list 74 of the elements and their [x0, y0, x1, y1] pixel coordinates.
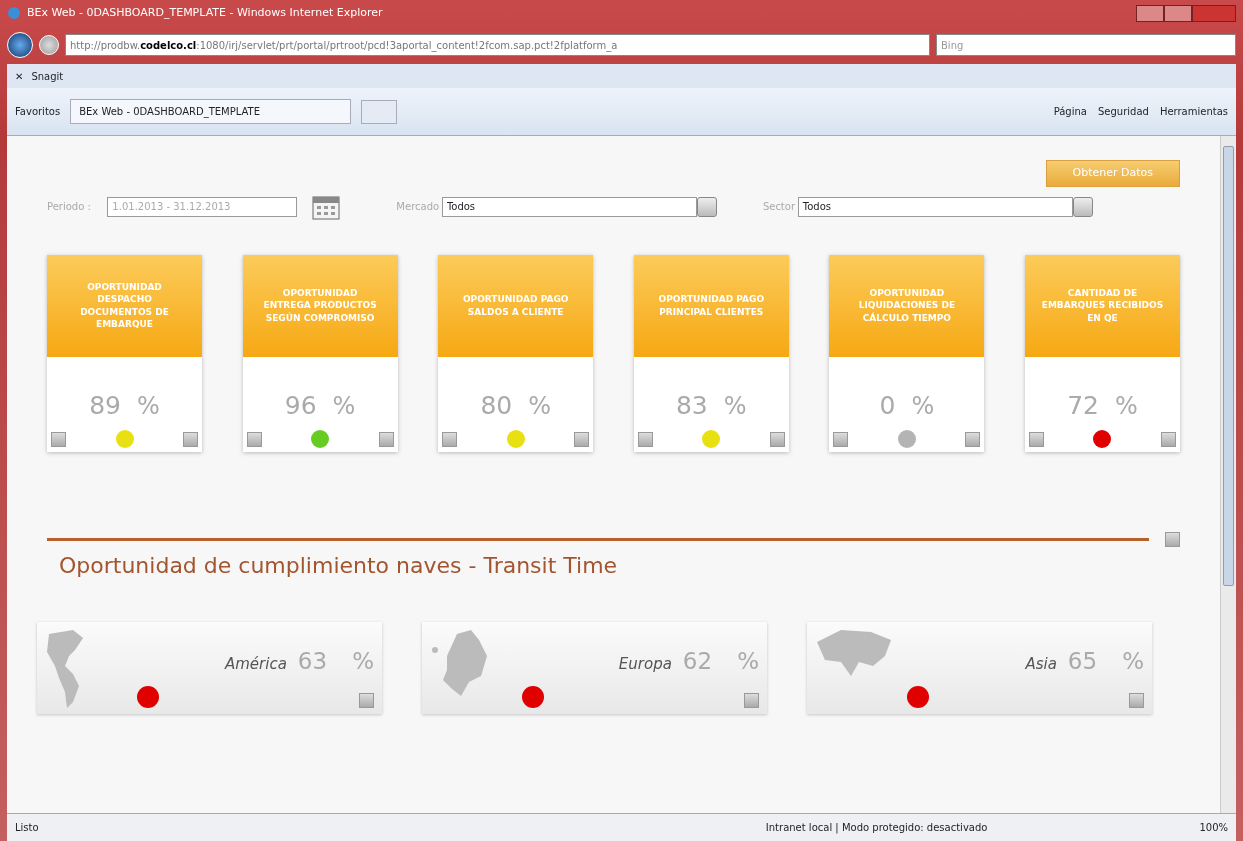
dropdown-field[interactable]: Todos [441, 196, 697, 217]
window-title: BEx Web - 0DASHBOARD_TEMPLATE - Windows Internet Explorer [27, 4, 383, 21]
back-button[interactable] [7, 32, 33, 58]
link-button[interactable]: Snagit [31, 68, 64, 84]
kpi-title: OPORTUNIDAD PAGO PRINCIPAL CLIENTES [633, 254, 789, 357]
maximize-button[interactable] [1164, 4, 1192, 22]
percent-sign: % [911, 390, 935, 422]
kpi-title: OPORTUNIDAD DESPACHO DOCUMENTOS DE EMBARQUE [47, 254, 202, 357]
dropdown-field[interactable]: Todos [797, 196, 1073, 217]
region-name: América [225, 654, 287, 675]
expand-button[interactable] [183, 431, 198, 447]
collapse-button[interactable] [442, 431, 458, 447]
map-icon [817, 630, 891, 676]
percent-sign: % [1122, 647, 1144, 676]
kpi-title: OPORTUNIDAD LIQUIDACIONES DE CÁLCULO TIEMPO [829, 254, 985, 357]
collapse-button[interactable] [1028, 431, 1044, 447]
detail-button[interactable] [744, 693, 759, 708]
kpi-value: 80 [480, 389, 513, 422]
map-icon [47, 630, 83, 708]
percent-sign: % [737, 647, 759, 676]
kpi-value: 83 [675, 389, 708, 422]
collapse-button[interactable] [833, 431, 849, 447]
percent-sign: % [528, 390, 551, 422]
map-icon [432, 630, 487, 696]
percent-sign: % [137, 390, 160, 422]
zone-text: Intranet local | Modo protegido: desactivado [765, 821, 988, 835]
menu-button[interactable]: Seguridad [1097, 104, 1149, 119]
browser-logo-icon [7, 6, 21, 20]
expand-button[interactable] [574, 431, 590, 447]
region-name: Asia [1025, 654, 1057, 675]
expand-button[interactable] [378, 431, 394, 447]
kpi-value: 89 [89, 389, 121, 422]
minimize-button[interactable] [1136, 4, 1164, 22]
value-help-button[interactable] [1072, 196, 1093, 217]
close-icon[interactable]: ✕ [15, 68, 24, 84]
browser-tab[interactable]: BEx Web - 0DASHBOARD_TEMPLATE [70, 99, 352, 124]
expand-button[interactable] [1165, 532, 1180, 547]
kpi-title: OPORTUNIDAD ENTREGA PRODUCTOS SEGÚN COMPROMISO [242, 254, 398, 357]
expand-button[interactable] [965, 431, 981, 447]
field-label: Periodo : [47, 200, 91, 214]
percent-sign: % [352, 647, 374, 676]
forward-button[interactable] [39, 35, 59, 55]
kpi-value: 96 [284, 389, 317, 422]
menu-button[interactable]: Página [1053, 104, 1087, 119]
kpi-title: OPORTUNIDAD PAGO SALDOS A CLIENTE [438, 254, 594, 357]
address-field[interactable]: http://prodbw.codelco.cl:1080/irj/servlet/prt/portal/prtroot/pcd!3aportal_content!2fcom.sap.pct!2fplatform_a [65, 34, 930, 56]
favorites-button[interactable]: Favoritos [15, 104, 61, 119]
region-value: 63 [297, 647, 328, 676]
detail-button[interactable] [359, 693, 374, 708]
collapse-button[interactable] [246, 431, 262, 447]
field-label: Mercado [396, 200, 440, 214]
expand-button[interactable] [769, 431, 785, 447]
menu-button[interactable]: Herramientas [1159, 104, 1228, 119]
collapse-button[interactable] [637, 431, 653, 447]
region-name: Europa [618, 654, 672, 675]
new-tab-button[interactable] [361, 99, 398, 124]
kpi-value: 72 [1067, 389, 1099, 422]
region-value: 65 [1067, 647, 1098, 676]
zoom-button[interactable]: 100% [1199, 820, 1228, 835]
value-help-button[interactable] [696, 196, 717, 217]
close-button[interactable] [1192, 4, 1236, 22]
detail-button[interactable] [1129, 693, 1144, 708]
status-text: Listo [15, 821, 39, 835]
percent-sign: % [332, 390, 356, 422]
kpi-value: 0 [879, 389, 896, 422]
section-title: Oportunidad de cumplimiento naves - Transit Time [59, 552, 619, 580]
percent-sign: % [723, 390, 747, 422]
scrollbar-thumb[interactable] [1223, 146, 1234, 586]
region-value: 62 [682, 647, 713, 676]
field-label: Sector [762, 200, 796, 214]
kpi-title: CANTIDAD DE EMBARQUES RECIBIDOS EN QE [1024, 254, 1180, 357]
percent-sign: % [1114, 390, 1138, 422]
expand-button[interactable] [1160, 431, 1176, 447]
collapse-button[interactable] [51, 431, 66, 447]
